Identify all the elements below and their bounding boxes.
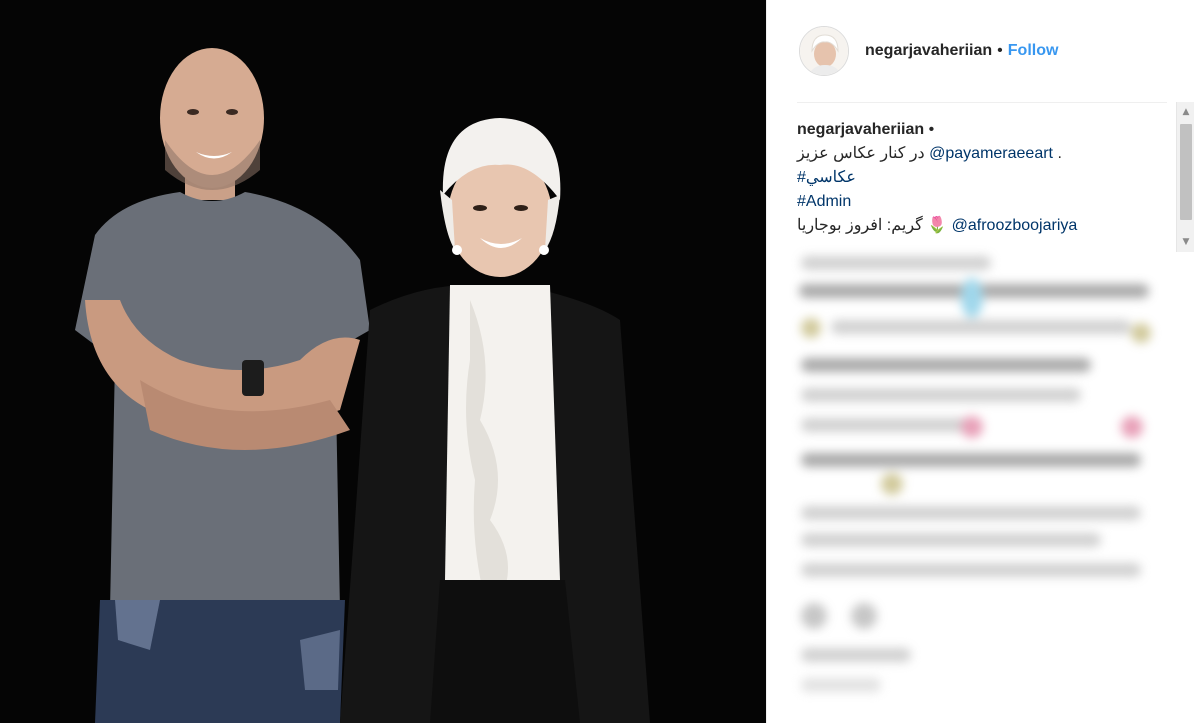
blurred-comments: [791, 248, 1171, 708]
caption-username[interactable]: negarjavaheriian: [797, 121, 924, 138]
caption-text-photographer: در کنار عکاس عزیز: [797, 145, 925, 162]
caption-period: .: [1053, 145, 1062, 162]
username-link[interactable]: negarjavaheriian: [865, 42, 992, 60]
hashtag-photography[interactable]: #عكاسي: [797, 169, 856, 186]
header-divider: [797, 102, 1167, 103]
scroll-thumb[interactable]: [1180, 124, 1192, 220]
header-separator: •: [997, 42, 1003, 59]
caption-line-5: گریم: افروز بوجاریا 🌷 @afroozboojariya: [797, 214, 1167, 238]
follow-button[interactable]: Follow: [1008, 42, 1059, 60]
post-image: [0, 0, 766, 723]
caption-line-3: #عكاسي: [797, 166, 1167, 190]
caption-separator: •: [928, 121, 935, 138]
post-side-panel: negarjavaheriian • Follow negarjavaherii…: [766, 0, 1200, 723]
post-header: negarjavaheriian • Follow: [767, 0, 1200, 102]
caption-scrollbar[interactable]: ▲ ▼: [1176, 102, 1194, 252]
caption-line-4: #Admin: [797, 190, 1167, 214]
post-caption: negarjavaheriian • در کنار عکاس عزیز @pa…: [797, 118, 1167, 238]
caption-line-2: در کنار عکاس عزیز @payameraeeart .: [797, 142, 1167, 166]
avatar[interactable]: [799, 26, 849, 76]
hashtag-admin[interactable]: #Admin: [797, 193, 851, 210]
post-photo[interactable]: [0, 0, 766, 723]
mention-payameraeeart[interactable]: @payameraeeart: [929, 145, 1053, 162]
caption-text-makeup: گریم: افروز بوجاریا: [797, 217, 923, 234]
scroll-up-icon[interactable]: ▲: [1177, 104, 1195, 120]
mention-afroozboojariya[interactable]: @afroozboojariya: [952, 217, 1078, 234]
avatar-image: [800, 27, 848, 75]
scroll-down-icon[interactable]: ▼: [1177, 234, 1195, 250]
caption-line-1: negarjavaheriian •: [797, 118, 1167, 142]
tulip-emoji-icon: 🌷: [927, 217, 948, 234]
